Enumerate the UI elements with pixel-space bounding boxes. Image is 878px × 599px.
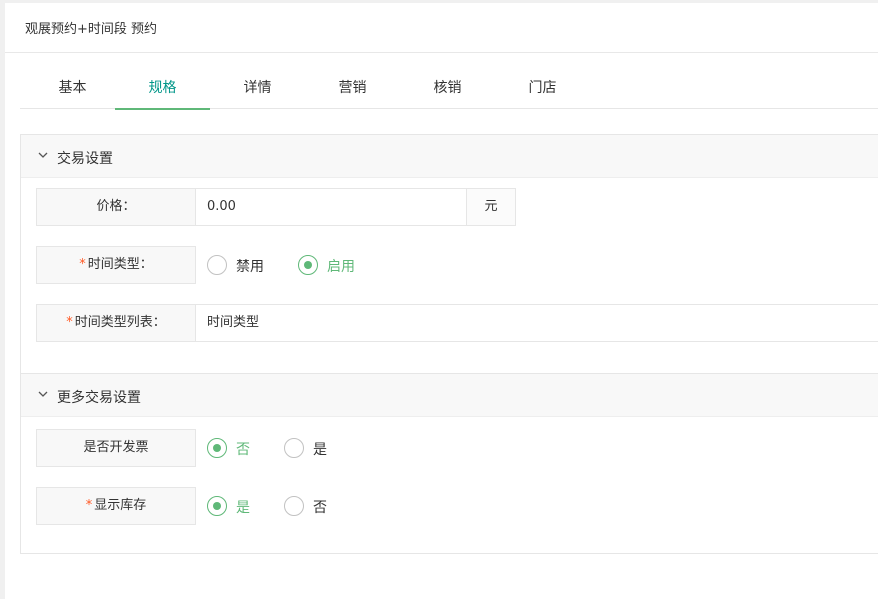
time-type-disabled-radio[interactable]: 禁用 <box>207 255 277 277</box>
price-row: 价格： 0.00 元 <box>36 188 516 226</box>
time-type-list-row: * 时间类型列表： 时间类型 <box>36 304 878 342</box>
tab-detail[interactable]: 详情 <box>210 70 305 109</box>
invoice-yes-radio[interactable]: 是 <box>284 438 344 460</box>
chevron-down-icon <box>38 391 48 397</box>
more-trade-settings-card: 更多交易设置 是否开发票 否 是 * 显示库存 是 否 <box>20 373 878 554</box>
required-mark: * <box>66 315 73 330</box>
radio-checked-icon <box>298 255 318 275</box>
tab-store[interactable]: 门店 <box>495 70 590 109</box>
show-stock-row: * 显示库存 是 否 <box>36 487 436 525</box>
price-unit: 元 <box>466 188 516 226</box>
price-label: 价格： <box>36 188 196 226</box>
radio-checked-icon <box>207 496 227 516</box>
chevron-down-icon <box>38 152 48 158</box>
tab-marketing[interactable]: 营销 <box>305 70 400 109</box>
time-type-list-input[interactable]: 时间类型 <box>195 304 878 342</box>
show-stock-no-radio[interactable]: 否 <box>284 496 344 518</box>
show-stock-yes-radio[interactable]: 是 <box>207 496 267 518</box>
tab-basic[interactable]: 基本 <box>25 70 120 109</box>
trade-settings-card: 交易设置 价格： 0.00 元 * 时间类型： 禁用 启用 * 时间类型列表： … <box>20 134 878 374</box>
tab-verification[interactable]: 核销 <box>400 70 495 109</box>
title-bar: 观展预约+时间段 预约 <box>5 3 878 53</box>
invoice-row: 是否开发票 否 是 <box>36 429 436 467</box>
price-input[interactable]: 0.00 <box>195 188 467 226</box>
tab-bar: 基本 规格 详情 营销 核销 门店 <box>20 70 878 110</box>
show-stock-label: * 显示库存 <box>36 487 196 525</box>
time-type-label: * 时间类型： <box>36 246 196 284</box>
time-type-row: * 时间类型： 禁用 启用 <box>36 246 436 284</box>
radio-circle-icon <box>284 496 304 516</box>
page-title: 观展预约+时间段 预约 <box>25 22 158 37</box>
radio-circle-icon <box>207 255 227 275</box>
time-type-list-label: * 时间类型列表： <box>36 304 196 342</box>
radio-checked-icon <box>207 438 227 458</box>
main-panel: 观展预约+时间段 预约 基本 规格 详情 营销 核销 门店 交易设置 价格： 0… <box>5 3 878 599</box>
more-trade-settings-header[interactable]: 更多交易设置 <box>21 374 878 417</box>
radio-circle-icon <box>284 438 304 458</box>
invoice-no-radio[interactable]: 否 <box>207 438 267 460</box>
trade-settings-title: 交易设置 <box>57 151 113 167</box>
tab-spec[interactable]: 规格 <box>115 70 210 110</box>
time-type-enabled-radio[interactable]: 启用 <box>298 255 368 277</box>
trade-settings-header[interactable]: 交易设置 <box>21 135 878 178</box>
required-mark: * <box>79 257 86 272</box>
required-mark: * <box>85 498 93 513</box>
invoice-label: 是否开发票 <box>36 429 196 467</box>
more-trade-settings-title: 更多交易设置 <box>57 390 141 406</box>
